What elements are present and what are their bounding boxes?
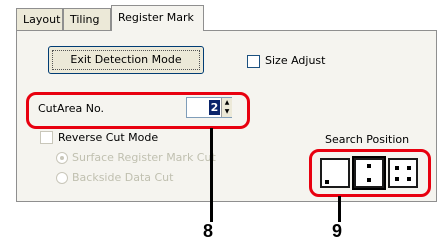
dot-icon	[367, 164, 371, 168]
exit-detection-mode-button[interactable]: Exit Detection Mode	[48, 46, 204, 74]
cutarea-value[interactable]: 2	[209, 100, 220, 115]
tab-register-mark[interactable]: Register Mark	[111, 5, 204, 31]
callout-9: 9	[332, 221, 343, 241]
dot-icon	[395, 166, 399, 170]
dot-icon	[325, 180, 329, 184]
search-position-one-dot-button[interactable]	[320, 158, 350, 188]
dot-icon	[395, 177, 399, 181]
focus-ring	[52, 50, 200, 70]
tab-label: Layout	[23, 13, 61, 26]
dot-icon	[407, 177, 411, 181]
callout-line-8	[210, 128, 213, 222]
backside-data-cut-radio[interactable]	[56, 172, 68, 184]
tab-label: Tiling	[70, 13, 100, 26]
spin-down-button[interactable]: ▼	[221, 107, 232, 117]
callout-8: 8	[203, 221, 214, 241]
reverse-cut-mode-label: Reverse Cut Mode	[58, 131, 159, 144]
cutarea-spinbox[interactable]: 2 ▲ ▼	[186, 97, 232, 118]
size-adjust-label: Size Adjust	[265, 54, 326, 67]
cutarea-label: CutArea No.	[38, 102, 105, 115]
dot-icon	[367, 178, 371, 182]
tab-label: Register Mark	[118, 11, 194, 24]
search-position-four-dot-button[interactable]	[388, 158, 418, 188]
tab-layout[interactable]: Layout	[16, 8, 63, 30]
size-adjust-checkbox[interactable]	[247, 55, 260, 68]
surface-register-mark-cut-radio[interactable]	[56, 152, 68, 164]
search-position-two-dot-button[interactable]	[352, 156, 386, 190]
backside-data-cut-label: Backside Data Cut	[72, 171, 174, 184]
search-position-label: Search Position	[325, 133, 410, 146]
reverse-cut-mode-checkbox[interactable]	[40, 131, 53, 144]
dot-icon	[407, 166, 411, 170]
tab-tiling[interactable]: Tiling	[63, 8, 111, 30]
surface-register-mark-cut-label: Surface Register Mark Cut	[72, 151, 216, 164]
callout-line-9	[338, 196, 341, 222]
